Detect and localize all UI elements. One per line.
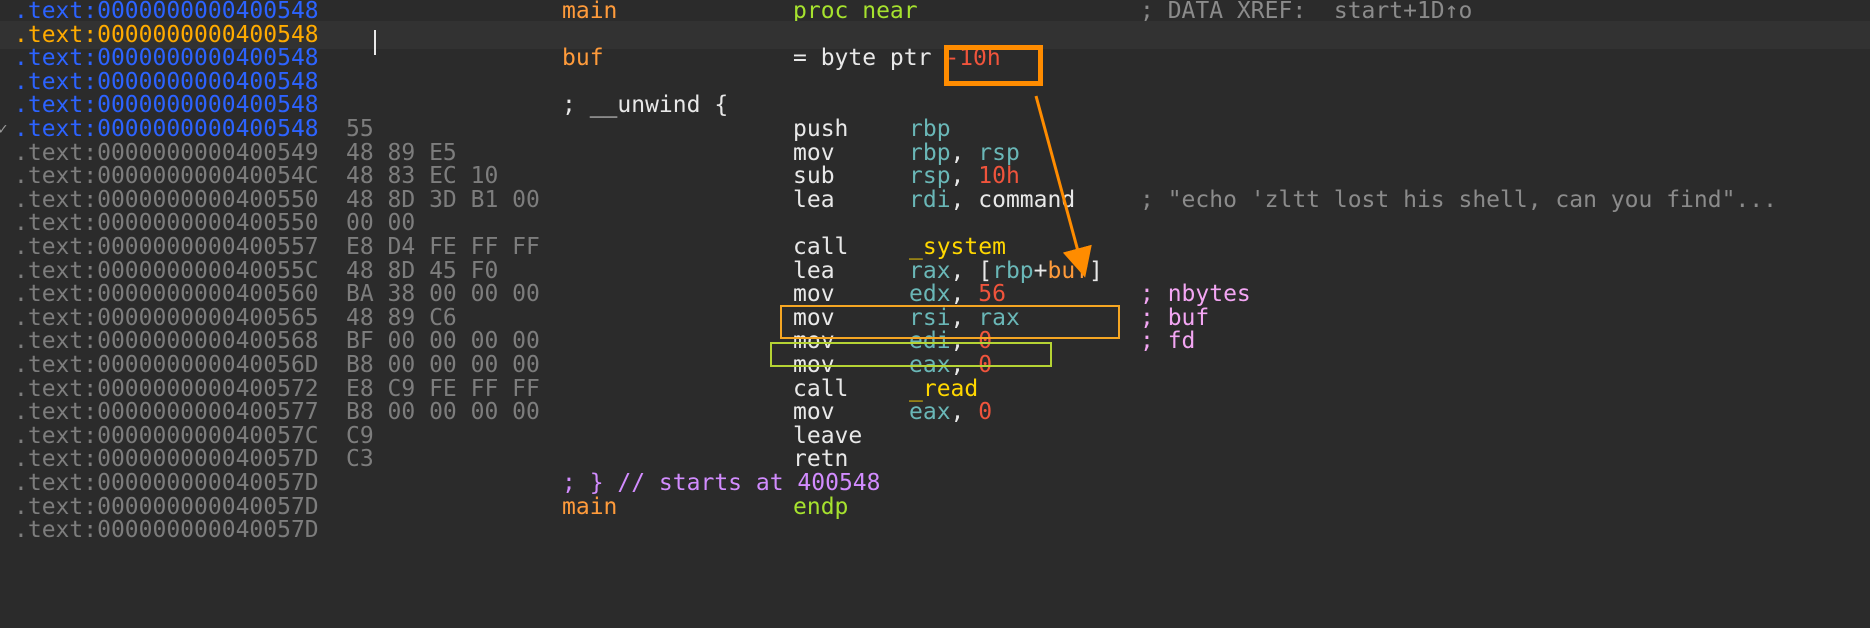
address-value: 000000000040057D [97, 517, 319, 544]
listing-line[interactable]: .text:000000000040057D [0, 516, 1870, 544]
disassembly-listing[interactable]: .text:0000000000400548 main proc near; DAT… [0, 0, 1870, 628]
segment-label: .text: [14, 517, 98, 544]
text-cursor [374, 30, 376, 55]
address[interactable]: .text:000000000040057D [14, 516, 319, 544]
